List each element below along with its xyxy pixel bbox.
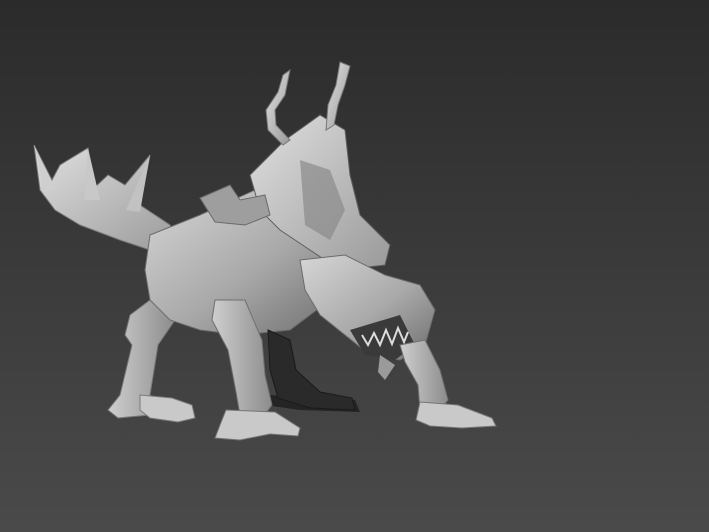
3d-viewport (0, 0, 709, 532)
render-canvas (0, 0, 709, 532)
